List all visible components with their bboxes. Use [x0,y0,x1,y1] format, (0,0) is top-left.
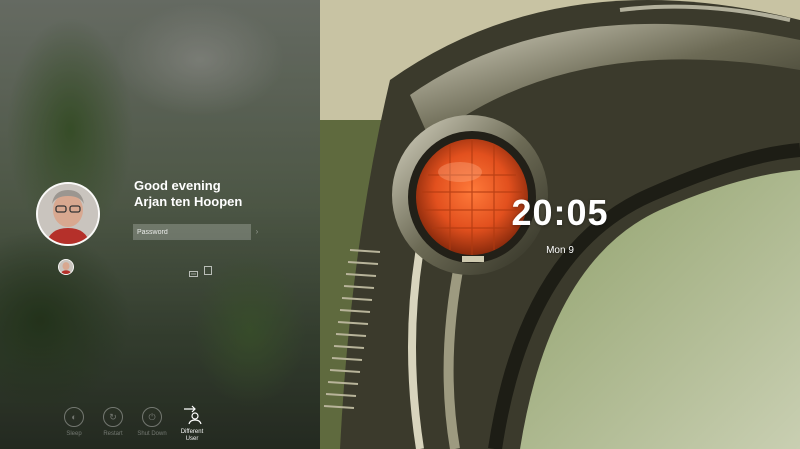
different-user-label: Different User [180,429,204,442]
greeting: Good evening Arjan ten Hoopen [134,178,242,210]
user-small-avatar-image [59,260,73,274]
switch-user-icon [170,405,214,425]
clock-time: 20:05 [511,192,609,233]
shut-down-label: Shut Down [137,431,167,437]
sleep-button[interactable]: ◐ Sleep [52,407,96,438]
restart-button[interactable]: ↻ Restart [91,407,135,438]
restart-icon: ↻ [103,407,123,427]
virtual-keyboard-icon[interactable] [204,262,212,280]
user-switch-avatar[interactable] [58,259,74,275]
greeting-text: Good evening [134,178,221,193]
power-icon: ⏻ [142,407,162,427]
user-avatar[interactable] [36,182,100,246]
submit-arrow-icon[interactable]: › [249,224,265,240]
clock-date: Mon 9 [546,245,574,256]
user-avatar-image [38,184,98,244]
sleep-icon: ◐ [64,407,84,427]
restart-label: Restart [103,431,123,437]
sleep-label: Sleep [66,431,82,437]
shut-down-button[interactable]: ⏻ Shut Down [130,407,174,438]
keyboard-layout-icon[interactable] [189,264,198,282]
user-name: Arjan ten Hoopen [134,194,243,209]
password-field[interactable] [133,224,251,240]
different-user-button[interactable]: Different User [170,405,214,443]
